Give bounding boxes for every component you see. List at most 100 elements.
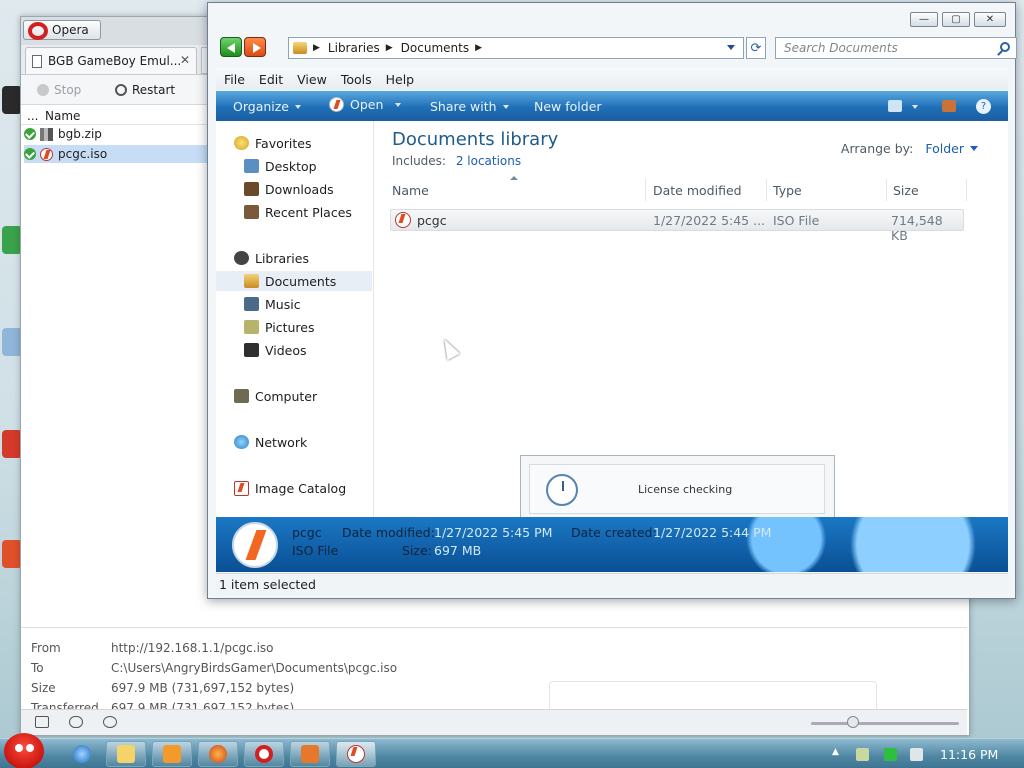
- name-column-header[interactable]: Name: [45, 109, 80, 123]
- menu-file[interactable]: File: [224, 72, 245, 87]
- breadcrumb-separator-icon[interactable]: ▶: [475, 43, 482, 53]
- desktop-icon[interactable]: [2, 226, 22, 254]
- taskbar-firefox[interactable]: [198, 741, 238, 767]
- taskbar-opera[interactable]: [244, 741, 284, 767]
- nav-documents[interactable]: Documents: [216, 271, 372, 291]
- status-text: 1 item selected: [219, 577, 316, 592]
- breadcrumb-separator-icon[interactable]: ▶: [313, 43, 320, 53]
- taskbar-media-player[interactable]: [152, 741, 192, 767]
- detail-label: To: [31, 661, 44, 675]
- restart-button[interactable]: Restart: [115, 82, 175, 98]
- breadcrumb-documents[interactable]: Documents: [401, 41, 469, 55]
- list-item[interactable]: bgb.zip: [24, 125, 207, 143]
- menu-help[interactable]: Help: [386, 72, 415, 87]
- column-header-size[interactable]: Size: [889, 179, 967, 201]
- tray-network-icon[interactable]: [884, 748, 897, 761]
- internet-explorer-icon: [73, 745, 91, 763]
- downloads-icon: [244, 182, 259, 196]
- desktop-icon[interactable]: [2, 328, 22, 356]
- detail-label: Size: [31, 681, 56, 695]
- nav-computer[interactable]: Computer: [234, 386, 317, 406]
- nav-favorites[interactable]: Favorites: [234, 133, 311, 153]
- restart-label: Restart: [132, 83, 176, 97]
- network-icon: [234, 435, 249, 449]
- nav-desktop[interactable]: Desktop: [244, 156, 317, 176]
- column-header-name[interactable]: Name: [388, 179, 646, 201]
- taskbar-explorer[interactable]: [106, 741, 146, 767]
- detail-value[interactable]: C:\Users\AngryBirdsGamer\Documents\pcgc.…: [111, 661, 397, 675]
- chevron-down-icon[interactable]: [970, 146, 978, 151]
- list-item[interactable]: pcgc.iso: [24, 145, 207, 163]
- open-button[interactable]: Open: [329, 97, 402, 112]
- locations-link[interactable]: 2 locations: [456, 154, 521, 168]
- status-column-header[interactable]: ...: [27, 109, 45, 123]
- libraries-icon: [234, 251, 249, 265]
- new-folder-button[interactable]: New folder: [534, 99, 602, 114]
- help-icon[interactable]: ?: [976, 99, 991, 114]
- nav-label: Recent Places: [265, 204, 352, 220]
- opera-tab-bgb[interactable]: BGB GameBoy Emul... ✕: [25, 47, 197, 74]
- nav-music[interactable]: Music: [244, 294, 301, 314]
- opera-menu-button[interactable]: Opera: [23, 20, 101, 40]
- taskbar-clock[interactable]: 11:16 PM: [940, 747, 998, 762]
- tray-battery-icon[interactable]: [856, 748, 869, 761]
- arrange-dropdown[interactable]: Folder: [925, 141, 964, 156]
- tray-volume-muted-icon[interactable]: [910, 748, 923, 761]
- column-header-type[interactable]: Type: [769, 179, 887, 201]
- breadcrumb-libraries[interactable]: Libraries: [328, 41, 380, 55]
- minimize-button[interactable]: —: [910, 12, 938, 27]
- address-dropdown-icon[interactable]: [727, 45, 735, 50]
- address-bar[interactable]: ▶ Libraries ▶ Documents ▶: [288, 37, 744, 59]
- view-options-icon[interactable]: [888, 100, 902, 112]
- forward-button[interactable]: [244, 37, 266, 57]
- menu-tools[interactable]: Tools: [341, 72, 372, 87]
- preview-file-name: pcgc: [292, 525, 322, 540]
- stop-button[interactable]: Stop: [37, 82, 81, 98]
- start-button-angry-bird-icon[interactable]: [4, 733, 44, 768]
- menu-view[interactable]: View: [297, 72, 327, 87]
- cloud-icon[interactable]: [69, 716, 83, 728]
- nav-recent-places[interactable]: Recent Places: [244, 202, 352, 222]
- search-input[interactable]: Search Documents: [775, 37, 1017, 59]
- stop-icon: [37, 84, 49, 96]
- nav-label: Documents: [265, 273, 337, 289]
- close-button[interactable]: ✕: [974, 12, 1006, 27]
- maximize-button[interactable]: ▢: [942, 12, 970, 27]
- chevron-down-icon[interactable]: [912, 105, 918, 109]
- column-header-date[interactable]: Date modified: [649, 179, 767, 201]
- refresh-button[interactable]: ⟳: [746, 37, 766, 59]
- nav-network[interactable]: Network: [234, 432, 307, 452]
- detail-value[interactable]: http://192.168.1.1/pcgc.iso: [111, 641, 274, 655]
- desktop-icon[interactable]: [2, 86, 22, 114]
- nav-image-catalog[interactable]: Image Catalog: [234, 478, 346, 498]
- nav-pictures[interactable]: Pictures: [244, 317, 315, 337]
- taskbar-ie[interactable]: [62, 741, 102, 767]
- nav-videos[interactable]: Videos: [244, 340, 307, 360]
- panel-toggle-icon[interactable]: [35, 716, 49, 728]
- search-icon[interactable]: [1000, 42, 1010, 52]
- desktop-icon[interactable]: [2, 430, 22, 458]
- nav-libraries[interactable]: Libraries: [234, 248, 309, 268]
- breadcrumb-separator-icon[interactable]: ▶: [386, 43, 393, 53]
- zoom-slider-track[interactable]: [811, 722, 959, 725]
- nav-label: Pictures: [265, 319, 315, 335]
- opera-icon: [255, 745, 273, 763]
- organize-button[interactable]: Organize: [233, 99, 301, 114]
- taskbar-iso-tool[interactable]: [336, 741, 376, 767]
- preview-pane-icon[interactable]: [942, 100, 956, 112]
- taskbar-app[interactable]: [290, 741, 330, 767]
- share-with-button[interactable]: Share with: [430, 99, 509, 114]
- tray-expand-icon[interactable]: ▲: [832, 747, 845, 760]
- menu-edit[interactable]: Edit: [259, 72, 283, 87]
- stop-label: Stop: [54, 83, 82, 97]
- table-row[interactable]: pcgc 1/27/2022 5:45 ... ISO File 714,548…: [390, 209, 964, 243]
- zoom-slider-handle[interactable]: [847, 716, 859, 728]
- desktop-icon[interactable]: [2, 540, 22, 568]
- tab-close-icon[interactable]: ✕: [180, 53, 190, 67]
- command-bar: Organize Open Share with New folder ?: [216, 91, 1008, 121]
- file-name: pcgc: [417, 213, 447, 228]
- nav-downloads[interactable]: Downloads: [244, 179, 334, 199]
- back-button[interactable]: [220, 37, 242, 57]
- pictures-icon: [244, 320, 259, 334]
- speed-dial-icon[interactable]: [103, 716, 117, 728]
